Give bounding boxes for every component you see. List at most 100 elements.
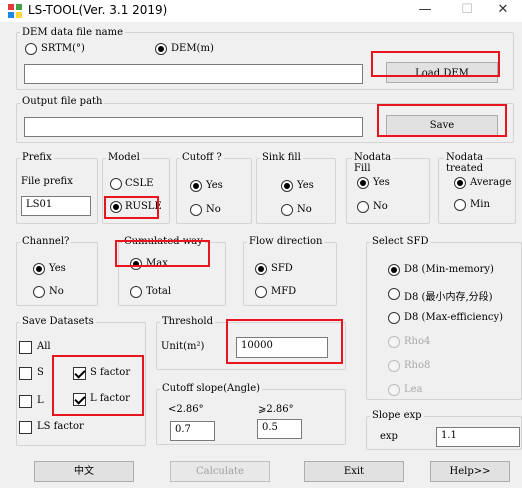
flow-legend: Flow direction: [247, 236, 325, 247]
sfd-label: SFD: [271, 263, 293, 274]
cumulated-total-label: Total: [146, 286, 172, 297]
select-sfd-legend: Select SFD: [370, 236, 431, 247]
csle-radio[interactable]: [110, 178, 122, 190]
sfd-opt-lea-label: Lea: [404, 384, 423, 395]
nodata-fill-yes-label: Yes: [373, 177, 390, 188]
sfd-opt-segmented-radio[interactable]: [388, 288, 400, 300]
prefix-legend: Prefix: [20, 152, 54, 163]
sink-group: [256, 158, 336, 224]
dem-legend: DEM data file name: [20, 27, 126, 38]
cumulated-max-radio[interactable]: [130, 258, 142, 270]
s-factor-checkbox[interactable]: [73, 367, 86, 380]
l-factor-label: L factor: [90, 393, 130, 404]
sfd-opt-min-memory-label: D8 (Min-memory): [404, 264, 494, 275]
channel-no-label: No: [49, 286, 64, 297]
model-group: [102, 158, 170, 224]
sink-yes-label: Yes: [297, 180, 314, 191]
output-legend: Output file path: [20, 96, 105, 107]
nodata-fill-legend-line1: Nodata: [354, 152, 392, 163]
close-icon[interactable]: ✕: [484, 0, 522, 22]
min-radio[interactable]: [454, 199, 466, 211]
nodata-fill-no-label: No: [373, 201, 388, 212]
dem-radio[interactable]: [155, 43, 167, 55]
exit-button[interactable]: Exit: [304, 461, 404, 482]
sfd-radio[interactable]: [255, 263, 267, 275]
cutoff-yes-label: Yes: [206, 180, 223, 191]
nodata-fill-yes-radio[interactable]: [357, 177, 369, 189]
csle-label: CSLE: [125, 178, 154, 189]
sink-no-label: No: [297, 204, 312, 215]
l-factor-checkbox[interactable]: [73, 393, 86, 406]
cutoff-yes-radio[interactable]: [190, 180, 202, 192]
window-title: LS-TOOL(Ver. 3.1 2019): [28, 3, 168, 17]
sfd-opt-max-efficiency-label: D8 (Max-efficiency): [404, 312, 504, 323]
sfd-opt-rho4-label: Rho4: [404, 336, 431, 347]
channel-legend: Channel?: [20, 236, 72, 247]
save-button[interactable]: Save: [386, 115, 498, 136]
ls-factor-label: LS factor: [37, 421, 84, 432]
cutoff-no-label: No: [206, 204, 221, 215]
sfd-opt-rho8-radio: [388, 360, 400, 372]
mfd-radio[interactable]: [255, 286, 267, 298]
output-path-input[interactable]: [24, 117, 363, 137]
cumulated-max-label: Max: [146, 258, 168, 269]
average-radio[interactable]: [454, 177, 466, 189]
channel-yes-radio[interactable]: [33, 263, 45, 275]
channel-no-radio[interactable]: [33, 286, 45, 298]
threshold-unit-label: Unit(m²): [161, 341, 205, 352]
nodata-treated-legend-line2: treated: [446, 163, 484, 174]
nodata-fill-legend: Nodata Fill: [352, 152, 394, 174]
calculate-button: Calculate: [170, 461, 270, 482]
nodata-treated-legend: Nodata treated: [444, 152, 486, 174]
all-checkbox[interactable]: [19, 341, 32, 354]
mfd-label: MFD: [271, 286, 297, 297]
min-label: Min: [470, 199, 490, 210]
s-factor-label: S factor: [90, 367, 131, 378]
l-checkbox[interactable]: [19, 395, 32, 408]
maximize-icon: ☐: [461, 2, 473, 17]
title-bar: LS-TOOL(Ver. 3.1 2019) — ☐ ✕: [0, 0, 522, 22]
sink-no-radio[interactable]: [281, 204, 293, 216]
file-prefix-input[interactable]: LS01: [21, 196, 91, 216]
app-icon: [8, 4, 22, 18]
average-label: Average: [470, 177, 512, 188]
threshold-input[interactable]: 10000: [236, 337, 328, 358]
srtm-radio[interactable]: [25, 43, 37, 55]
dem-file-input[interactable]: [24, 64, 363, 84]
nodata-fill-no-radio[interactable]: [357, 201, 369, 213]
file-prefix-label: File prefix: [21, 176, 73, 187]
rusle-label: RUSLE: [125, 201, 162, 212]
cumulated-total-radio[interactable]: [130, 286, 142, 298]
s-checkbox[interactable]: [19, 367, 32, 380]
sink-legend: Sink fill: [260, 152, 303, 163]
channel-yes-label: Yes: [49, 263, 66, 274]
slope-ge-input[interactable]: 0.5: [257, 419, 302, 439]
help-button[interactable]: Help>>: [430, 461, 510, 482]
load-dem-button[interactable]: Load DEM: [386, 62, 498, 83]
cumulated-legend: Cumulated way: [122, 236, 205, 247]
model-legend: Model: [106, 152, 142, 163]
rusle-radio[interactable]: [110, 201, 122, 213]
sfd-opt-min-memory-radio[interactable]: [388, 264, 400, 276]
slope-lt-label: <2.86°: [168, 404, 204, 415]
sink-yes-radio[interactable]: [281, 180, 293, 192]
sfd-opt-max-efficiency-radio[interactable]: [388, 312, 400, 324]
slope-lt-input[interactable]: 0.7: [170, 421, 215, 441]
ls-factor-checkbox[interactable]: [19, 421, 32, 434]
save-datasets-legend: Save Datasets: [20, 316, 96, 327]
exp-input[interactable]: 1.1: [436, 427, 520, 447]
l-label: L: [37, 395, 44, 406]
nodata-treated-legend-line1: Nodata: [446, 152, 484, 163]
chinese-button[interactable]: 中文: [34, 461, 134, 482]
srtm-label: SRTM(°): [41, 43, 85, 54]
nodata-fill-legend-line2: Fill: [354, 163, 371, 174]
sfd-opt-rho8-label: Rho8: [404, 360, 431, 371]
cutoff-slope-legend: Cutoff slope(Angle): [160, 383, 263, 394]
all-label: All: [37, 341, 51, 352]
slope-ge-label: ⩾2.86°: [258, 404, 294, 415]
cutoff-no-radio[interactable]: [190, 204, 202, 216]
cutoff-legend: Cutoff ?: [180, 152, 224, 163]
sfd-opt-lea-radio: [388, 384, 400, 396]
sfd-opt-rho4-radio: [388, 336, 400, 348]
minimize-icon[interactable]: —: [406, 0, 444, 22]
